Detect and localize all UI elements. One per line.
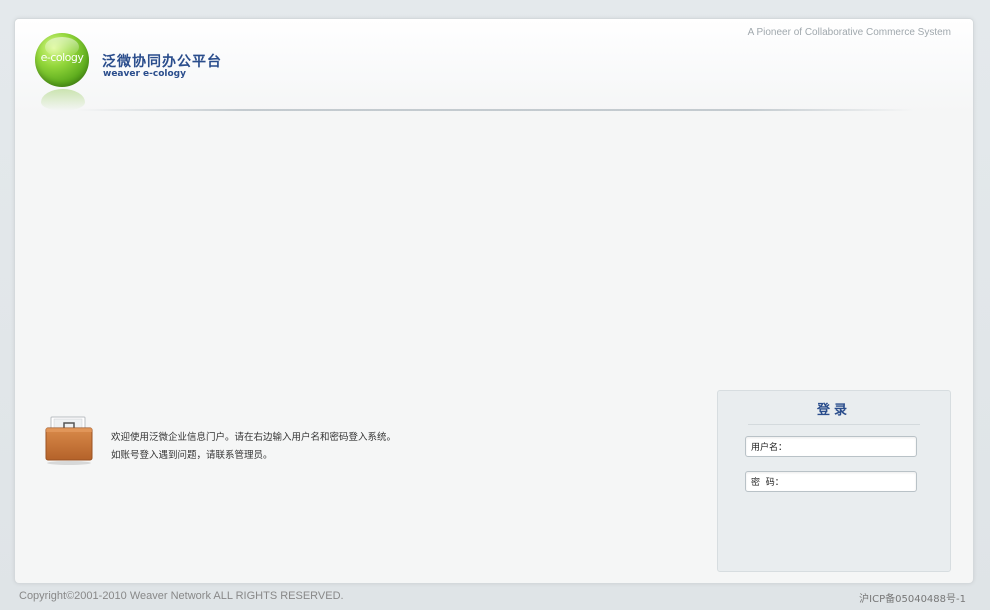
- password-label: 密 码：: [751, 478, 784, 488]
- login-title-divider: [748, 424, 920, 425]
- password-input[interactable]: [802, 474, 910, 488]
- tagline: A Pioneer of Collaborative Commerce Syst…: [747, 27, 951, 38]
- username-field[interactable]: 用户名：: [745, 436, 917, 457]
- header: e-cology 泛微协同办公平台 weaver e-cology A Pion…: [15, 19, 973, 114]
- welcome-line-2: 如账号登入遇到问题，请联系管理员。: [111, 450, 273, 461]
- login-title: 登录: [816, 403, 851, 418]
- brand-title-en: weaver e-cology: [103, 69, 186, 79]
- password-field[interactable]: 密 码：: [745, 471, 917, 492]
- welcome-message: 欢迎使用泛微企业信息门户。请在右边输入用户名和密码登入系统。 如账号登入遇到问题…: [111, 429, 396, 465]
- brand-title-cn: 泛微协同办公平台: [102, 54, 222, 70]
- username-label: 用户名：: [751, 443, 788, 453]
- username-input[interactable]: [802, 439, 910, 453]
- login-box: 登录 用户名： 密 码：: [717, 390, 951, 572]
- header-divider: [75, 109, 915, 111]
- main-panel: e-cology 泛微协同办公平台 weaver e-cology A Pion…: [14, 18, 974, 584]
- footer-icp-link[interactable]: 沪ICP备05040488号-1: [859, 590, 966, 605]
- logo-text: e-cology: [40, 51, 84, 64]
- ecology-logo: e-cology: [35, 33, 89, 87]
- logo-reflection: [41, 89, 85, 111]
- footer-copyright: Copyright©2001-2010 Weaver Network ALL R…: [19, 590, 344, 602]
- welcome-line-1: 欢迎使用泛微企业信息门户。请在右边输入用户名和密码登入系统。: [111, 432, 397, 443]
- briefcase-icon: [45, 416, 93, 465]
